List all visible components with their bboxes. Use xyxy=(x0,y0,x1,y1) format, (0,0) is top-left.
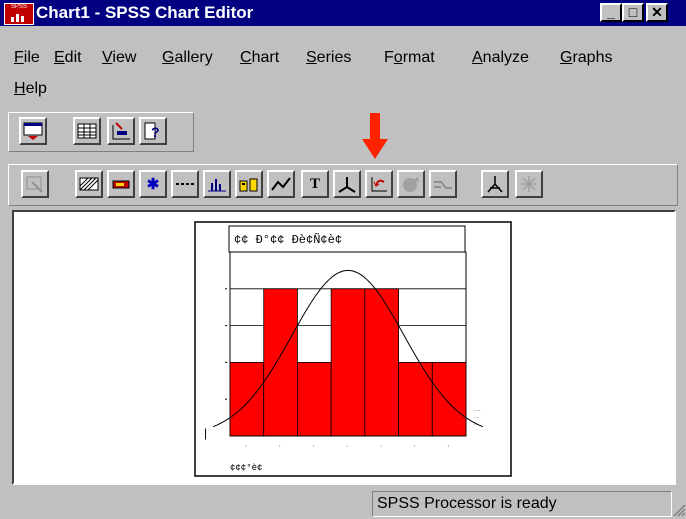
line-style-button[interactable] xyxy=(171,170,199,198)
interpolation-icon xyxy=(269,172,293,196)
histogram-bar xyxy=(229,361,265,437)
marker-icon: ✱ xyxy=(146,176,160,193)
bar-style-button[interactable] xyxy=(203,170,231,198)
x-tick-label: · xyxy=(312,443,314,450)
marker-button[interactable]: ✱ xyxy=(139,170,167,198)
histogram-bar xyxy=(431,361,467,437)
interpolation-button[interactable] xyxy=(267,170,295,198)
3d-rotation-button[interactable] xyxy=(515,170,543,198)
menu-help[interactable]: Help xyxy=(14,80,47,98)
histogram-bar xyxy=(330,288,366,437)
bar-label-icon xyxy=(237,172,261,196)
fill-pattern-button[interactable] xyxy=(75,170,103,198)
data-editor-icon xyxy=(75,119,99,143)
axis-icon xyxy=(335,172,359,196)
fill-pattern-icon xyxy=(77,172,101,196)
chart-header-text: ¢¢ Ð°¢¢ Ðè¢Ñ¢è¢ xyxy=(234,232,342,247)
menu-graphs[interactable]: Graphs xyxy=(560,49,612,67)
axis-origin-mark: | xyxy=(204,426,207,440)
close-icon: ✕ xyxy=(651,4,663,20)
swap-axes-button[interactable] xyxy=(365,170,393,198)
explode-slice-button[interactable] xyxy=(397,170,425,198)
break-line-icon xyxy=(431,172,455,196)
histogram-bar xyxy=(263,288,298,437)
goto-case-icon xyxy=(109,119,133,143)
x-tick-label: · xyxy=(279,443,281,450)
x-tick-label: · xyxy=(380,443,382,450)
text-button[interactable]: T xyxy=(301,170,329,198)
spin-icon xyxy=(483,172,507,196)
restore-icon: □ xyxy=(628,4,638,20)
point-select-button[interactable] xyxy=(21,170,49,198)
menu-file[interactable]: File xyxy=(14,49,40,67)
menu-chart[interactable]: Chart xyxy=(240,49,279,67)
chart-window-button[interactable] xyxy=(19,117,47,145)
minimize-icon: _ xyxy=(607,4,615,20)
line-style-icon xyxy=(173,172,197,196)
x-axis-label: ¢¢¢°è¢ xyxy=(230,463,262,473)
x-tick-label: · xyxy=(245,443,247,450)
swap-axes-icon xyxy=(367,172,391,196)
menu-gallery[interactable]: Gallery xyxy=(162,49,213,67)
bar-label-button[interactable] xyxy=(235,170,263,198)
histogram-bar xyxy=(297,361,332,437)
3d-rotation-icon xyxy=(517,172,541,196)
menu-format[interactable]: Format xyxy=(384,49,435,67)
standard-toolbar: ? xyxy=(8,112,194,152)
histogram-bar xyxy=(364,288,399,437)
histogram-bar xyxy=(398,361,433,437)
status-text: SPSS Processor is ready xyxy=(372,491,672,517)
close-button[interactable]: ✕ xyxy=(646,3,668,22)
chart-figure[interactable]: ¢¢ Ð°¢¢ Ðè¢Ñ¢è¢ · · · · · · · ···· ··· ·· | ¢¢… xyxy=(14,212,674,483)
axis-button[interactable] xyxy=(333,170,361,198)
title-bar[interactable]: SPSS Chart1 - SPSS Chart Editor _ □ ✕ xyxy=(0,0,686,26)
x-tick-label: · xyxy=(447,443,449,450)
menu-series[interactable]: Series xyxy=(306,49,351,67)
legend-text-1: ···· xyxy=(474,408,481,414)
legend-text-3: ·· xyxy=(474,422,478,428)
goto-case-button[interactable] xyxy=(107,117,135,145)
minimize-button[interactable]: _ xyxy=(600,3,622,22)
bar-style-icon xyxy=(205,172,229,196)
point-select-icon xyxy=(23,172,47,196)
spin-button[interactable] xyxy=(481,170,509,198)
chart-canvas[interactable]: ¢¢ Ð°¢¢ Ðè¢Ñ¢è¢ · · · · · · · ···· ··· ·· | ¢¢… xyxy=(12,210,676,485)
color-icon xyxy=(109,172,133,196)
chart-window-icon xyxy=(21,119,45,143)
help-icon: ? xyxy=(141,119,165,143)
break-line-button[interactable] xyxy=(429,170,457,198)
help-button[interactable]: ? xyxy=(139,117,167,145)
svg-text:?: ? xyxy=(151,124,160,140)
menu-view[interactable]: View xyxy=(102,49,136,67)
spss-app-icon[interactable]: SPSS xyxy=(4,3,34,25)
red-arrow-annotation xyxy=(362,113,388,159)
data-editor-button[interactable] xyxy=(73,117,101,145)
legend-text-2: ··· xyxy=(474,415,479,421)
color-button[interactable] xyxy=(107,170,135,198)
x-tick-label: · xyxy=(346,443,348,450)
explode-slice-icon xyxy=(399,172,423,196)
chart-toolbar: ✱ T xyxy=(8,164,678,206)
menu-edit[interactable]: Edit xyxy=(54,49,82,67)
text-icon: T xyxy=(309,175,320,192)
window-title: Chart1 - SPSS Chart Editor xyxy=(36,3,254,22)
x-tick-label: · xyxy=(413,443,415,450)
menu-analyze[interactable]: Analyze xyxy=(472,49,529,67)
resize-grip-icon[interactable] xyxy=(672,503,686,517)
restore-button[interactable]: □ xyxy=(622,3,644,22)
status-bar: SPSS Processor is ready xyxy=(0,487,686,519)
